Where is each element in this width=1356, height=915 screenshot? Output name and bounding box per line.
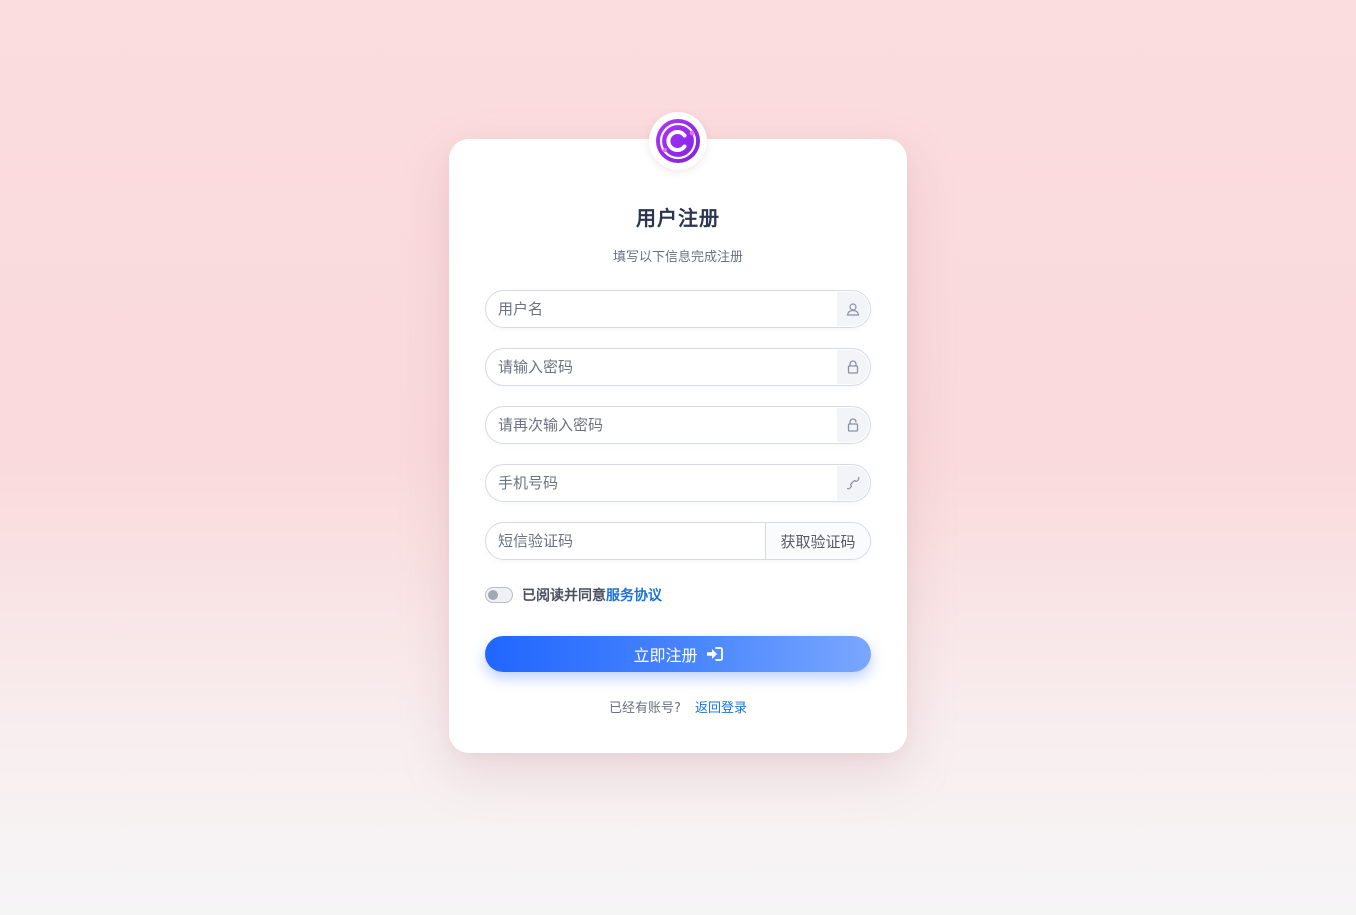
logo: [649, 112, 707, 170]
password-field: [485, 348, 871, 386]
app-logo-icon: [656, 119, 700, 163]
back-to-login-link[interactable]: 返回登录: [695, 701, 747, 716]
register-button-label: 立即注册: [633, 646, 698, 665]
toggle-knob: [488, 590, 498, 600]
agreement-text: 已阅读并同意: [522, 588, 606, 604]
phone-icon: [837, 466, 869, 500]
lock-icon: [837, 350, 869, 384]
page-title: 用户注册: [636, 206, 720, 230]
user-icon: [837, 292, 869, 326]
agreement-row: 已阅读并同意 服务协议: [485, 585, 662, 605]
unlock-icon: [837, 408, 869, 442]
phone-input[interactable]: [498, 465, 818, 501]
sms-code-field: 获取验证码: [485, 522, 871, 560]
sign-in-icon: [706, 647, 723, 661]
have-account-text: 已经有账号?: [609, 701, 681, 716]
get-code-button[interactable]: 获取验证码: [765, 523, 870, 559]
footer: 已经有账号? 返回登录: [449, 697, 907, 716]
confirm-password-field: [485, 406, 871, 444]
service-agreement-link[interactable]: 服务协议: [606, 585, 662, 605]
phone-field: [485, 464, 871, 502]
sms-code-input[interactable]: [498, 523, 758, 559]
page-subtitle: 填写以下信息完成注册: [612, 250, 743, 265]
username-field: [485, 290, 871, 328]
agreement-toggle[interactable]: [485, 587, 513, 603]
username-input[interactable]: [498, 291, 818, 327]
password-input[interactable]: [498, 349, 818, 385]
confirm-password-input[interactable]: [498, 407, 818, 443]
register-button[interactable]: 立即注册: [485, 636, 871, 672]
